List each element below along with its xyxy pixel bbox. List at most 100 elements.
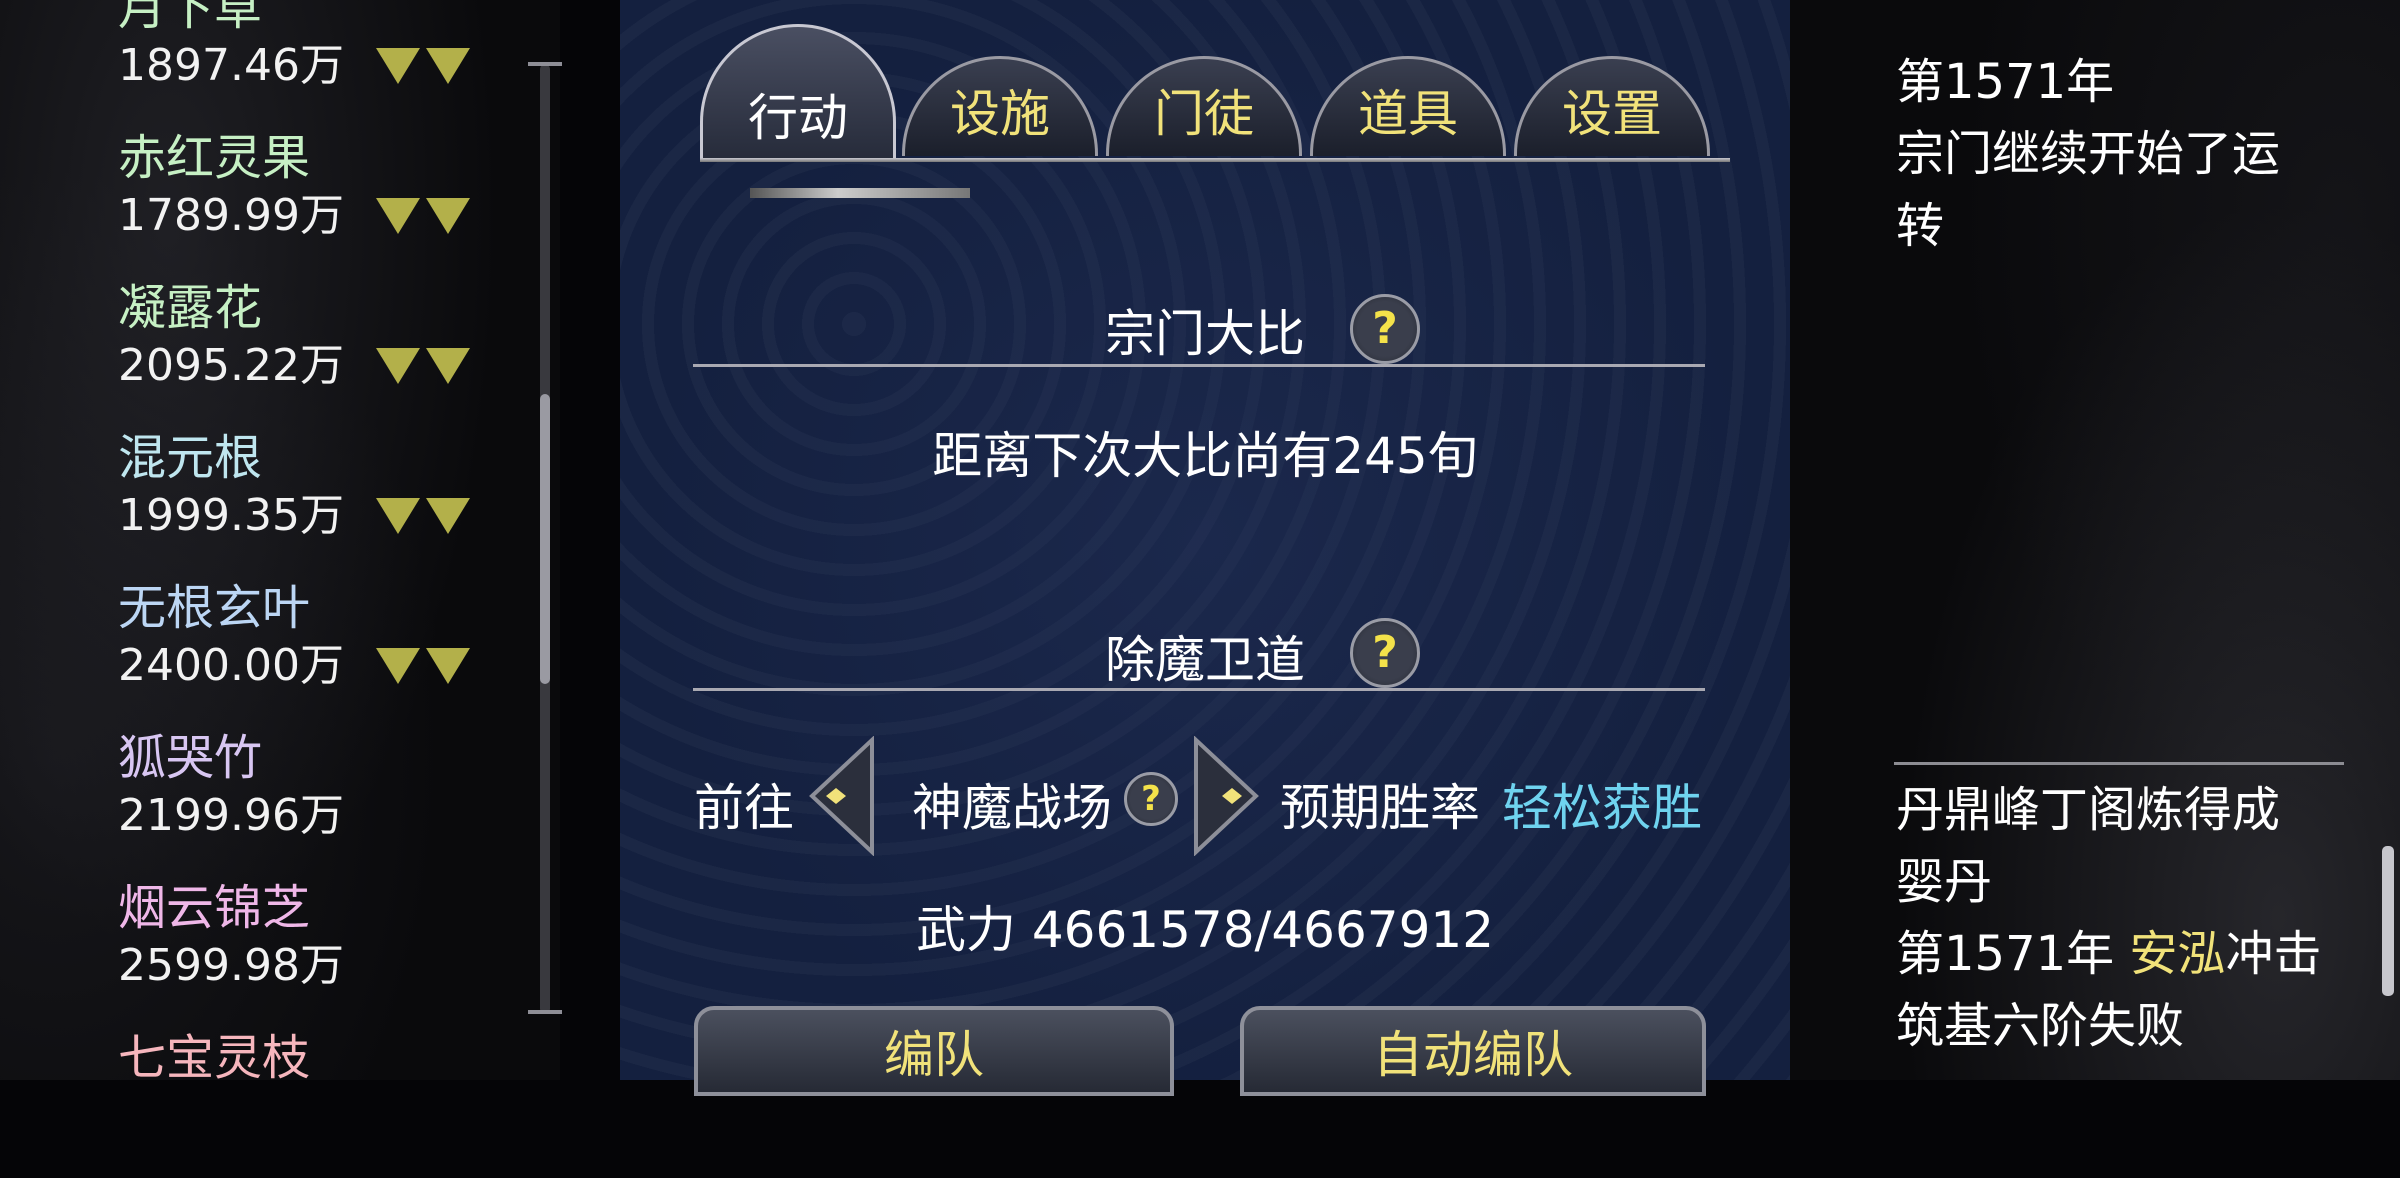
herb-name: 七宝灵枝 bbox=[118, 1030, 311, 1086]
down-triangle-icon bbox=[425, 498, 470, 534]
market-panel: 月下草 1897.46万 赤红灵果 1789.99万 凝露花 2095.22万 混元根 199… bbox=[0, 0, 562, 1086]
tab-action[interactable]: 行动 bbox=[700, 24, 896, 160]
log-line: 第1571年 bbox=[1896, 54, 2115, 110]
herb-list-item[interactable]: 无根玄叶 2400.00万 bbox=[118, 578, 470, 728]
formation-button[interactable]: 编队 bbox=[694, 1006, 1174, 1096]
demon-hunt-title: 除魔卫道 bbox=[1105, 631, 1305, 689]
tab-bar: 行动 设施 门徒 道具 设置 bbox=[670, 0, 1760, 170]
next-location-button[interactable] bbox=[1192, 736, 1262, 856]
log-scrollbar[interactable] bbox=[2382, 846, 2394, 996]
herb-name: 烟云锦芝 bbox=[118, 880, 311, 936]
log-line: 宗门继续开始了运 bbox=[1896, 126, 2281, 182]
tab-disciples[interactable]: 门徒 bbox=[1106, 56, 1302, 156]
herb-list: 月下草 1897.46万 赤红灵果 1789.99万 凝露花 2095.22万 混元根 199… bbox=[118, 0, 470, 1178]
herb-list-item[interactable]: 凝露花 2095.22万 bbox=[118, 278, 470, 428]
win-rate-value: 轻松获胜 bbox=[1502, 779, 1702, 837]
formation-button-label: 编队 bbox=[884, 1026, 984, 1084]
log-line: 筑基六阶失败 bbox=[1896, 998, 2185, 1054]
event-year: 第1571年 bbox=[1896, 926, 2130, 982]
herb-name: 混元根 bbox=[118, 430, 263, 486]
herb-price-row: 1789.99万 bbox=[118, 188, 470, 244]
prev-location-button[interactable] bbox=[806, 736, 876, 856]
tab-facilities[interactable]: 设施 bbox=[902, 56, 1098, 156]
herb-price-row: 1897.46万 bbox=[118, 38, 470, 94]
down-triangle-icon bbox=[375, 48, 420, 84]
market-scroll-top-cap bbox=[528, 62, 562, 66]
log-line: 转 bbox=[1896, 198, 1945, 254]
auto-formation-button[interactable]: 自动编队 bbox=[1240, 1006, 1706, 1096]
down-triangle-icon bbox=[425, 348, 470, 384]
herb-price-row: 2095.22万 bbox=[118, 338, 470, 394]
herb-list-item[interactable]: 赤红灵果 1789.99万 bbox=[118, 128, 470, 278]
herb-price: 1897.46万 bbox=[118, 40, 344, 91]
herb-list-item[interactable]: 狐哭竹 2199.96万 bbox=[118, 728, 470, 878]
disciple-name-link[interactable]: 安泓 bbox=[2129, 926, 2225, 982]
price-down-trend-icon bbox=[375, 348, 470, 384]
price-down-trend-icon bbox=[375, 648, 470, 684]
down-triangle-icon bbox=[425, 48, 470, 84]
log-event-line: 第1571年 安泓冲击 bbox=[1896, 918, 2321, 990]
goto-label: 前往 bbox=[694, 779, 794, 837]
herb-name: 凝露花 bbox=[118, 280, 263, 336]
herb-list-item[interactable]: 月下草 1897.46万 bbox=[118, 0, 470, 128]
down-triangle-icon bbox=[375, 648, 420, 684]
market-scroll-thumb[interactable] bbox=[540, 394, 550, 684]
herb-price: 2599.98万 bbox=[118, 940, 344, 991]
banner-edge bbox=[750, 188, 970, 198]
herb-name: 月下草 bbox=[118, 0, 263, 36]
sect-contest-divider bbox=[693, 364, 1705, 367]
action-panel: 行动 设施 门徒 道具 设置 宗门大比 ? 距离下次大比尚有245旬 除魔卫道 … bbox=[620, 0, 1790, 1096]
market-scrollbar[interactable] bbox=[540, 64, 550, 1014]
question-icon: ? bbox=[1372, 627, 1398, 678]
event-log-panel: 第1571年 宗门继续开始了运 转 丹鼎峰丁阁炼得成 婴丹 第1571年 安泓冲… bbox=[1790, 0, 2400, 1080]
price-down-trend-icon bbox=[375, 498, 470, 534]
down-triangle-icon bbox=[375, 498, 420, 534]
log-line: 丹鼎峰丁阁炼得成 bbox=[1896, 782, 2281, 838]
log-separator bbox=[1894, 762, 2344, 765]
tab-facilities-label: 设施 bbox=[950, 85, 1050, 143]
log-top: 第1571年 宗门继续开始了运 转 bbox=[1896, 46, 2280, 262]
win-rate-label: 预期胜率 bbox=[1280, 779, 1480, 837]
log-line: 婴丹 bbox=[1896, 854, 1993, 910]
tab-underline bbox=[700, 158, 1730, 162]
log-bottom[interactable]: 丹鼎峰丁阁炼得成 婴丹 第1571年 安泓冲击 筑基六阶失败 bbox=[1896, 774, 2321, 1062]
demon-hunt-divider bbox=[693, 688, 1705, 691]
tab-items-label: 道具 bbox=[1358, 85, 1458, 143]
herb-list-item[interactable]: 烟云锦芝 2599.98万 bbox=[118, 878, 470, 1028]
contest-countdown: 距离下次大比尚有245旬 bbox=[932, 427, 1478, 485]
herb-price-row: 2199.96万 bbox=[118, 788, 470, 844]
down-triangle-icon bbox=[375, 198, 420, 234]
herb-list-item[interactable]: 七宝灵枝 bbox=[118, 1028, 470, 1178]
herb-price-row: 2599.98万 bbox=[118, 938, 470, 994]
down-triangle-icon bbox=[425, 648, 470, 684]
tab-action-label: 行动 bbox=[748, 89, 848, 147]
power-readout: 武力 4661578/4667912 bbox=[915, 901, 1495, 959]
herb-list-item[interactable]: 混元根 1999.35万 bbox=[118, 428, 470, 578]
market-scroll-bottom-cap bbox=[528, 1010, 562, 1014]
herb-name: 狐哭竹 bbox=[118, 730, 263, 786]
price-down-trend-icon bbox=[375, 48, 470, 84]
question-icon: ? bbox=[1372, 303, 1398, 354]
tab-items[interactable]: 道具 bbox=[1310, 56, 1506, 156]
tab-settings-label: 设置 bbox=[1562, 85, 1662, 143]
herb-name: 赤红灵果 bbox=[118, 130, 311, 186]
price-down-trend-icon bbox=[375, 198, 470, 234]
location-help-button[interactable]: ? bbox=[1124, 772, 1178, 826]
auto-formation-button-label: 自动编队 bbox=[1373, 1026, 1573, 1084]
event-tail: 冲击 bbox=[2225, 926, 2322, 982]
log-scroll-thumb[interactable] bbox=[2382, 846, 2394, 996]
question-icon: ? bbox=[1141, 779, 1161, 819]
herb-price: 1789.99万 bbox=[118, 190, 344, 241]
down-triangle-icon bbox=[425, 198, 470, 234]
sect-contest-help-button[interactable]: ? bbox=[1350, 294, 1420, 364]
tab-disciples-label: 门徒 bbox=[1154, 85, 1254, 143]
herb-name: 无根玄叶 bbox=[118, 580, 311, 636]
sect-contest-title: 宗门大比 bbox=[1105, 305, 1305, 363]
demon-hunt-help-button[interactable]: ? bbox=[1350, 618, 1420, 688]
tab-settings[interactable]: 设置 bbox=[1514, 56, 1710, 156]
location-name: 神魔战场 bbox=[912, 779, 1112, 837]
herb-price-row: 1999.35万 bbox=[118, 488, 470, 544]
herb-price: 1999.35万 bbox=[118, 490, 344, 541]
herb-price: 2199.96万 bbox=[118, 790, 344, 841]
herb-price-row: 2400.00万 bbox=[118, 638, 470, 694]
